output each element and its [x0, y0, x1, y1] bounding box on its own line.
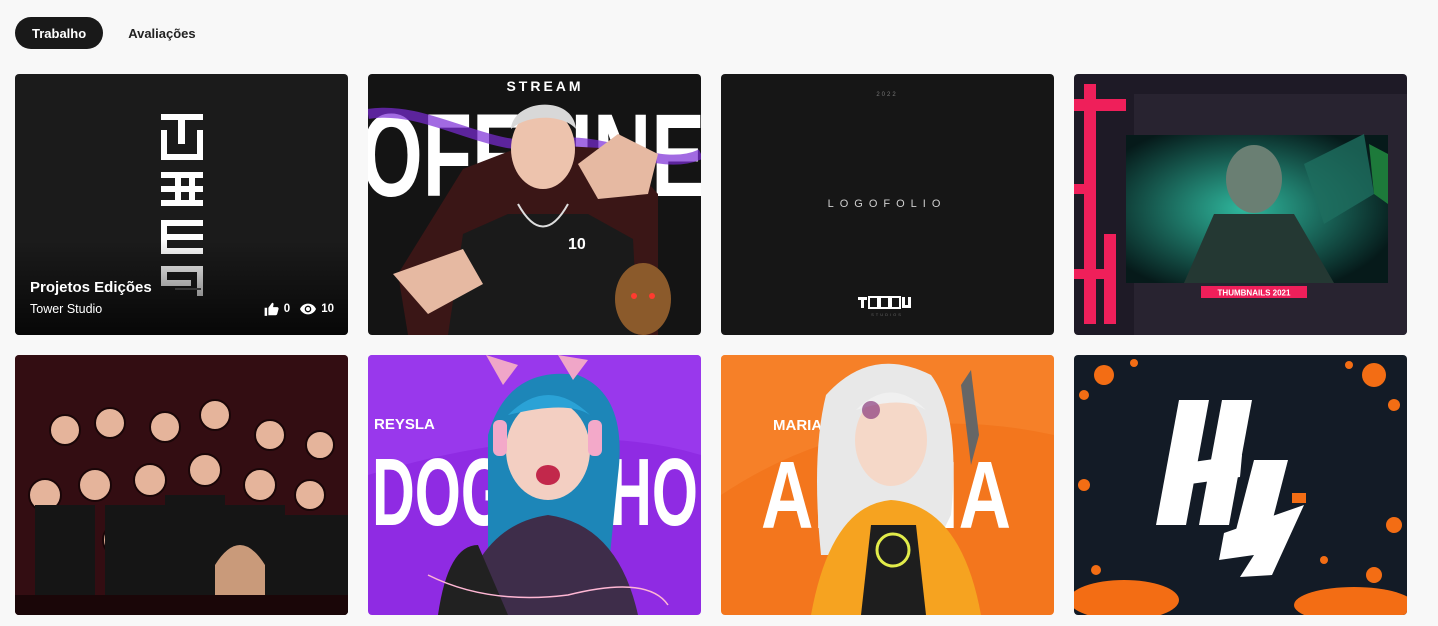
- logofolio-title: LOGOFOLIO: [828, 198, 947, 210]
- hy-logo-art: [1074, 355, 1407, 615]
- project-card-reysla-doguinho[interactable]: REYSLA DOGUINHO: [368, 355, 701, 615]
- project-grid: Projetos Edições Tower Studio 0 10 STREA…: [15, 74, 1407, 615]
- project-tabs: Trabalho Avaliações: [15, 17, 213, 49]
- project-card-team-illustration[interactable]: [15, 355, 348, 615]
- project-card-stream-offline[interactable]: STREAM OFFLINE 10: [368, 74, 701, 335]
- offline-jersey-number: 10: [568, 236, 586, 253]
- stream-offline-art: STREAM OFFLINE 10: [368, 74, 701, 335]
- views-count: 10: [321, 303, 334, 315]
- card-title[interactable]: Projetos Edições: [30, 279, 152, 296]
- eye-icon: [300, 303, 317, 315]
- logofolio-year: 2022: [876, 92, 897, 98]
- project-card-mariana-alpha[interactable]: MARIANA ALPHA: [721, 355, 1054, 615]
- tab-trabalho[interactable]: Trabalho: [15, 17, 104, 49]
- project-card-tower-studio[interactable]: Projetos Edições Tower Studio 0 10: [15, 74, 348, 335]
- team-illustration-art: [15, 355, 348, 615]
- likes-count: 0: [283, 303, 291, 315]
- project-card-hy-logo[interactable]: [1074, 355, 1407, 615]
- project-card-logofolio[interactable]: 2022 LOGOFOLIO STUDIOS: [721, 74, 1054, 335]
- thumbnails-label: THUMBNAILS 2021: [1218, 289, 1291, 298]
- likes-stat: 0: [264, 302, 290, 316]
- thumbnails-art: THUMBNAILS 2021: [1074, 74, 1407, 335]
- mariana-alpha-art: MARIANA ALPHA: [721, 355, 1054, 615]
- project-card-thumbnails-2021[interactable]: THUMBNAILS 2021: [1074, 74, 1407, 335]
- logofolio-studio: STUDIOS: [871, 312, 903, 317]
- reysla-name: REYSLA: [374, 416, 435, 433]
- views-stat: 10: [300, 303, 334, 315]
- reysla-doguinho-art: REYSLA DOGUINHO: [368, 355, 701, 615]
- thumbs-up-icon: [264, 302, 279, 316]
- tab-avaliacoes[interactable]: Avaliações: [111, 17, 212, 49]
- card-stats: 0 10: [264, 302, 334, 316]
- card-owner[interactable]: Tower Studio: [30, 302, 102, 316]
- logofolio-art: 2022 LOGOFOLIO STUDIOS: [721, 74, 1054, 335]
